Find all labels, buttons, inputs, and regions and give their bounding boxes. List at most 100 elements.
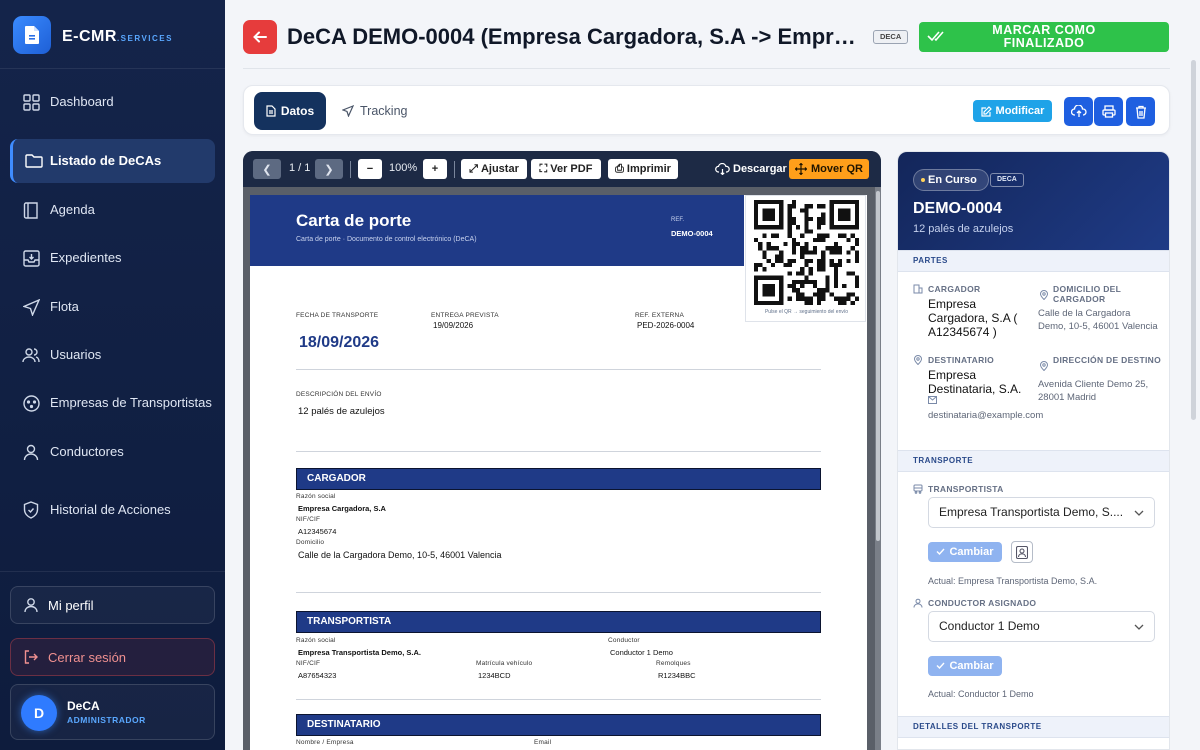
profile-button[interactable]: Mi perfil: [10, 586, 215, 624]
delete-button[interactable]: [1126, 97, 1155, 126]
cloud-upload-icon: [1070, 105, 1087, 117]
sidebar-item-decas[interactable]: Listado de DeCAs: [10, 139, 215, 183]
tab-tracking[interactable]: Tracking: [342, 92, 407, 130]
chevron-left-icon: ❮: [262, 163, 272, 176]
sidebar-item-dashboard[interactable]: Dashboard: [10, 80, 215, 124]
fit-button[interactable]: ⤢ Ajustar: [461, 159, 527, 179]
user-role: ADMINISTRADOR: [67, 715, 146, 725]
doc-label: Remolques: [656, 660, 691, 667]
modify-button[interactable]: Modificar: [973, 100, 1052, 122]
archive-icon: [22, 249, 40, 267]
prev-page-button[interactable]: ❮: [253, 159, 281, 179]
download-button[interactable]: Descargar: [715, 159, 787, 179]
app-logo: [13, 16, 51, 54]
detail-header: En Curso DECA DEMO-0004 12 palés de azul…: [898, 152, 1169, 250]
change-transportista-button[interactable]: Cambiar: [928, 542, 1002, 562]
viewer-scrollbar[interactable]: [875, 187, 881, 750]
mark-finished-button[interactable]: MARCAR COMO FINALIZADO: [919, 22, 1169, 52]
sidebar-item-label: Conductores: [50, 444, 124, 459]
sidebar-item-expedientes[interactable]: Expedientes: [10, 236, 215, 280]
doc-date: 18/09/2026: [299, 334, 380, 351]
cargador-label: CARGADOR: [928, 284, 981, 294]
doc-label: NIF/CIF: [296, 516, 321, 523]
change-label: Cambiar: [949, 660, 994, 672]
doc-section-cargador: CARGADOR: [296, 468, 821, 490]
document-subtitle: Carta de porte · Documento de control el…: [296, 236, 477, 243]
back-button[interactable]: [243, 20, 277, 54]
doc-label: Email: [534, 739, 552, 746]
mark-finished-label: MARCAR COMO FINALIZADO: [992, 23, 1096, 50]
doc-delivery: 19/09/2026: [433, 321, 474, 330]
printer-icon: [1101, 105, 1116, 118]
print-button[interactable]: [1094, 97, 1123, 126]
viewer-toolbar: ❮ 1 / 1 ❯ − 100% + ⤢ Ajustar ⛶ Ver PDF ⎙ Im…: [243, 151, 881, 187]
doc-value: Empresa Transportista Demo, S.A.: [298, 648, 421, 657]
sidebar-item-empresas[interactable]: Empresas de Transportistas: [10, 381, 215, 425]
document-title: Carta de porte: [296, 211, 412, 230]
brand-name: E-CMR.SERVICES: [62, 28, 173, 45]
qr-code[interactable]: Pulse el QR → seguimiento del envío: [745, 195, 866, 322]
user-card[interactable]: D DeCA ADMINISTRADOR: [10, 684, 215, 740]
page-scrollbar[interactable]: [1191, 60, 1196, 420]
zoom-out-button[interactable]: −: [358, 159, 382, 179]
brand-suffix: .SERVICES: [116, 34, 173, 43]
sidebar-item-agenda[interactable]: Agenda: [10, 188, 215, 232]
print-label: Imprimir: [626, 163, 671, 175]
cloud-upload-button[interactable]: [1064, 97, 1093, 126]
change-conductor-button[interactable]: Cambiar: [928, 656, 1002, 676]
sidebar-item-label: Flota: [50, 299, 79, 314]
detail-description: 12 palés de azulejos: [913, 223, 1014, 235]
sidebar-item-label: Empresas de Transportistas: [50, 395, 212, 410]
user-icon: [22, 443, 40, 461]
user-icon: [913, 598, 923, 608]
expand-icon: ⤢: [469, 162, 478, 175]
doc-desc: 12 palés de azulejos: [298, 406, 385, 417]
modify-label: Modificar: [995, 105, 1045, 117]
send-icon: [342, 105, 354, 117]
move-qr-button[interactable]: Mover QR: [789, 159, 869, 179]
grid-icon: [22, 93, 40, 111]
doc-value: R1234BBC: [658, 671, 696, 680]
dir-destino-label: DIRECCIÓN DE DESTINO: [1053, 355, 1162, 365]
tab-datos[interactable]: Datos: [254, 92, 326, 130]
doc-value: 1234BCD: [478, 671, 511, 680]
doc-label: Matrícula vehículo: [476, 660, 533, 667]
sidebar-item-usuarios[interactable]: Usuarios: [10, 333, 215, 377]
view-pdf-button[interactable]: ⛶ Ver PDF: [531, 159, 601, 179]
double-check-icon: [927, 30, 945, 45]
user-icon: [23, 597, 39, 613]
sidebar-item-conductores[interactable]: Conductores: [10, 430, 215, 474]
change-label: Cambiar: [949, 546, 994, 558]
doc-label: Razón social: [296, 637, 336, 644]
sidebar-item-label: Usuarios: [50, 347, 102, 362]
assign-user-button[interactable]: [1011, 541, 1033, 563]
logout-button[interactable]: Cerrar sesión: [10, 638, 215, 676]
dom-cargador-label: DOMICILIO DEL CARGADOR: [1053, 284, 1121, 304]
sidebar: E-CMR.SERVICES Dashboard Listado de DeCA…: [0, 0, 225, 750]
pdf-viewer: ❮ 1 / 1 ❯ − 100% + ⤢ Ajustar ⛶ Ver PDF ⎙ Im…: [243, 151, 881, 750]
next-page-button[interactable]: ❯: [315, 159, 343, 179]
plus-icon: +: [431, 163, 439, 175]
section-transporte: TRANSPORTE: [898, 450, 1169, 472]
conductor-select[interactable]: Conductor 1 Demo: [928, 611, 1155, 642]
sidebar-item-flota[interactable]: Flota: [10, 285, 215, 329]
zoom-in-button[interactable]: +: [423, 159, 447, 179]
fit-label: Ajustar: [480, 163, 519, 175]
doc-extref: PED-2026-0004: [637, 321, 695, 330]
location-pin-icon: [1039, 290, 1049, 300]
chevron-right-icon: ❯: [324, 163, 334, 176]
doc-delivery-label: ENTREGA PREVISTA: [431, 312, 499, 319]
viewer-print-button[interactable]: ⎙ Imprimir: [608, 159, 678, 179]
dir-destino-value: Avenida Cliente Demo 25, 28001 Madrid: [1038, 379, 1149, 403]
document-page: Carta de porte Carta de porte · Document…: [250, 195, 867, 750]
sidebar-item-historial[interactable]: Historial de Acciones: [10, 488, 215, 532]
status-badge: En Curso: [913, 169, 989, 191]
logout-label: Cerrar sesión: [48, 649, 127, 665]
building-icon: [913, 284, 923, 294]
select-value: Empresa Transportista Demo, S....: [939, 505, 1124, 519]
chevron-down-icon: [1134, 612, 1144, 641]
qr-code-icon: [754, 200, 859, 305]
transportista-select[interactable]: Empresa Transportista Demo, S....: [928, 497, 1155, 528]
download-label: Descargar: [733, 163, 787, 175]
profile-label: Mi perfil: [48, 597, 94, 613]
